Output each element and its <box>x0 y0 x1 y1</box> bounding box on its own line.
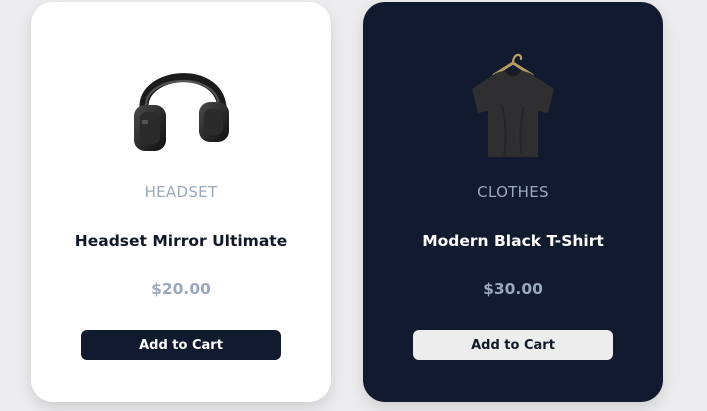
product-price: $30.00 <box>483 280 543 298</box>
product-category: HEADSET <box>144 183 218 201</box>
product-image <box>363 44 663 166</box>
product-card-headset: HEADSET Headset Mirror Ultimate $20.00 A… <box>31 2 331 402</box>
product-title: Headset Mirror Ultimate <box>74 232 288 250</box>
headphones-icon <box>134 73 229 151</box>
product-image <box>31 44 331 166</box>
product-price: $20.00 <box>151 280 211 298</box>
t-shirt-icon <box>472 53 554 157</box>
product-card-clothes: CLOTHES Modern Black T-Shirt $30.00 Add … <box>363 2 663 402</box>
product-title: Modern Black T-Shirt <box>422 232 604 250</box>
add-to-cart-button[interactable]: Add to Cart <box>81 330 281 360</box>
add-to-cart-button[interactable]: Add to Cart <box>413 330 613 360</box>
product-category: CLOTHES <box>477 183 549 201</box>
